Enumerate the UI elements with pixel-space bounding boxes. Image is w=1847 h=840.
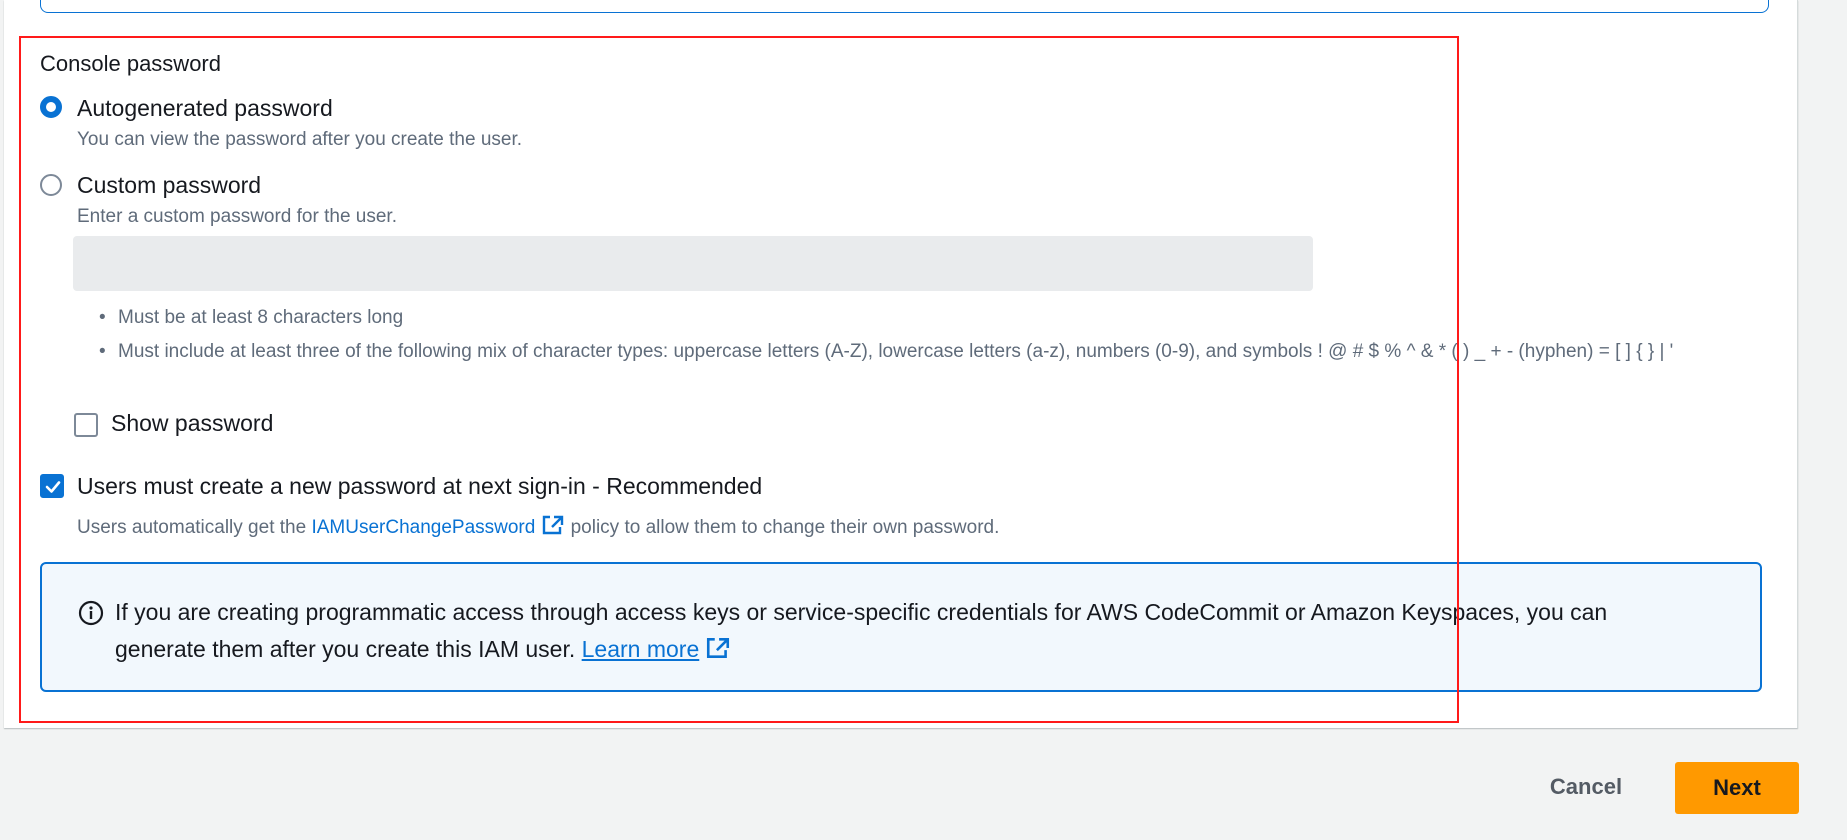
custom-password-label[interactable]: Custom password (77, 172, 261, 199)
custom-password-radio[interactable] (40, 174, 62, 196)
password-requirements: Must be at least 8 characters long Must … (99, 306, 1738, 374)
autogenerated-password-radio[interactable] (40, 96, 62, 118)
custom-password-description: Enter a custom password for the user. (77, 206, 397, 227)
info-alert-message: If you are creating programmatic access … (115, 599, 1608, 662)
external-link-icon[interactable] (541, 514, 565, 536)
reset-password-checkbox[interactable] (40, 474, 64, 498)
reset-desc-prefix: Users automatically get the (77, 517, 307, 538)
reset-password-description: Users automatically get the IAMUserChang… (77, 514, 999, 539)
iam-user-change-password-link[interactable]: IAMUserChangePassword (311, 517, 535, 538)
show-password-label[interactable]: Show password (111, 410, 273, 437)
reset-desc-suffix: policy to allow them to change their own… (570, 517, 1000, 538)
info-alert-text: If you are creating programmatic access … (115, 594, 1675, 668)
show-password-checkbox[interactable] (74, 413, 98, 437)
previous-field-edge (40, 0, 1769, 13)
info-icon (78, 600, 104, 626)
cancel-button[interactable]: Cancel (1530, 762, 1642, 812)
learn-more-link[interactable]: Learn more (582, 636, 700, 662)
next-button[interactable]: Next (1675, 762, 1799, 814)
requirement-length: Must be at least 8 characters long (99, 306, 1738, 330)
autogenerated-password-description: You can view the password after you crea… (77, 129, 523, 150)
custom-password-input[interactable] (73, 236, 1313, 291)
external-link-icon[interactable] (705, 636, 731, 660)
info-alert: If you are creating programmatic access … (40, 562, 1762, 692)
console-password-heading: Console password (40, 51, 221, 76)
checkmark-icon (45, 481, 61, 493)
requirement-character-types: Must include at least three of the follo… (99, 340, 1738, 364)
reset-password-label[interactable]: Users must create a new password at next… (77, 473, 762, 500)
autogenerated-password-label[interactable]: Autogenerated password (77, 95, 333, 122)
